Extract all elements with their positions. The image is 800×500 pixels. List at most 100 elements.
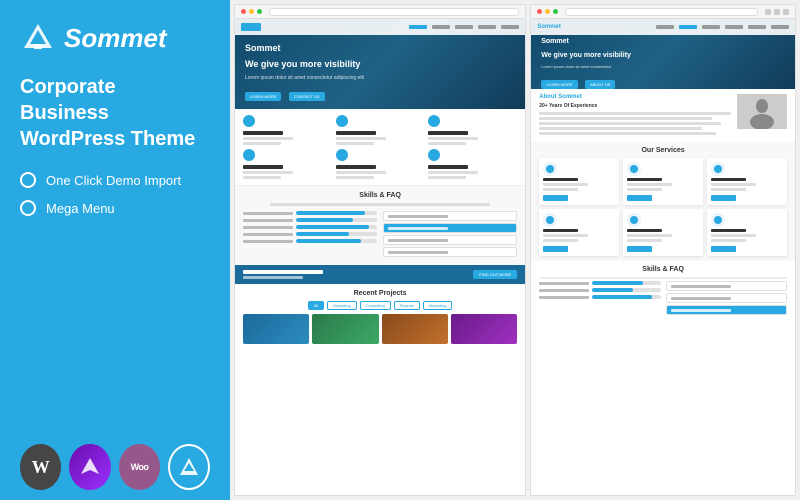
service-title-4 (243, 165, 283, 169)
skills-section: Skills & FAQ (235, 185, 525, 265)
dot-yellow-r (545, 9, 550, 14)
hero-subtitle: Lorem ipsum dolor sit amet consectetur a… (245, 75, 364, 81)
service-card-btn-4[interactable] (543, 246, 568, 252)
about-line4 (539, 127, 702, 130)
service-card-text-3a (711, 183, 756, 186)
service-card-btn-2[interactable] (627, 195, 652, 201)
faq-r1 (666, 281, 787, 291)
about-line3 (539, 122, 721, 125)
service-card-title-5 (627, 229, 662, 232)
skill-fill-5 (296, 239, 361, 243)
service-card-icon-6 (711, 213, 725, 227)
filter-marketing[interactable]: Marketing (327, 301, 357, 310)
service-card-inner-2 (630, 165, 638, 173)
service-card-3 (707, 158, 787, 205)
cta-banner: FIND OUT MORE (235, 265, 525, 284)
hero-btn1[interactable]: LEARN MORE (245, 92, 281, 101)
hero-content: Sommet We give you more visibility Lorem… (245, 43, 364, 102)
skill-4 (243, 232, 377, 236)
service-title-2 (336, 131, 376, 135)
dot-yellow (249, 9, 254, 14)
skill-2 (243, 218, 377, 222)
hero-headline-r2: We give you more visibility (541, 51, 631, 60)
projects-title: Recent Projects (243, 290, 517, 297)
feature-item-2: Mega Menu (20, 200, 210, 216)
hero-right: Sommet Sommet We give you more visibilit… (531, 19, 795, 89)
faq-2 (383, 223, 517, 233)
faq-r2 (666, 293, 787, 303)
feature-label-1: One Click Demo Import (46, 173, 181, 188)
skill-1 (243, 211, 377, 215)
project-3 (382, 314, 448, 344)
logo-area: Sommet (20, 20, 210, 56)
skill-r2 (539, 288, 660, 292)
about-line5 (539, 132, 715, 135)
service-card-text-5b (627, 239, 662, 242)
faq-text-4 (388, 251, 448, 254)
skill-fill-2 (296, 218, 353, 222)
dot-green-r (553, 9, 558, 14)
service-card-icon-5 (627, 213, 641, 227)
skill-r3 (539, 295, 660, 299)
hero-btn-r1[interactable]: LEARN MORE (541, 80, 577, 89)
about-section: About Sommet 20+ Years Of Experience (531, 89, 795, 142)
about-subtitle: 20+ Years Of Experience (539, 103, 731, 109)
hero-btn-r2[interactable]: ABOUT US (585, 80, 615, 89)
skill-label-4 (243, 233, 293, 236)
service-card-text-6a (711, 234, 756, 237)
skill-3 (243, 225, 377, 229)
project-2 (312, 314, 378, 344)
service-card-btn-6[interactable] (711, 246, 736, 252)
service-card-title-2 (627, 178, 662, 181)
cta-title-bar (243, 270, 323, 274)
nav-brand-r: Sommet (537, 24, 561, 30)
service-card-title-3 (711, 178, 746, 181)
service-card-btn-5[interactable] (627, 246, 652, 252)
filter-marketing2[interactable]: Marketing (423, 301, 453, 310)
service-card-inner-1 (546, 165, 554, 173)
service-card-title-6 (711, 229, 746, 232)
filter-consulting[interactable]: Consulting (360, 301, 391, 310)
service-card-btn-1[interactable] (543, 195, 568, 201)
badge-wordpress: W (20, 444, 61, 490)
service-2 (336, 115, 425, 145)
hero-btn2[interactable]: CONTACT US (289, 92, 325, 101)
about-img-svg (737, 94, 787, 129)
nav-link-2 (432, 25, 450, 29)
service-card-5 (623, 209, 703, 256)
hero-headline-r: Sommet (541, 37, 631, 46)
skill-label-5 (243, 240, 293, 243)
service-card-btn-3[interactable] (711, 195, 736, 201)
faq-r3 (666, 305, 787, 315)
url-bar-right (565, 8, 758, 16)
filter-all[interactable]: All (308, 301, 324, 310)
skill-label-2 (243, 219, 293, 222)
skills-content (243, 211, 517, 259)
about-line2 (539, 117, 712, 120)
cta-btn[interactable]: FIND OUT MORE (473, 270, 517, 279)
filter-finance[interactable]: Finance (394, 301, 420, 310)
service-desc-3b (428, 142, 466, 145)
url-bar-left (269, 8, 519, 16)
skill-label-r3 (539, 296, 589, 299)
skill-bar-4 (296, 232, 377, 236)
logo-icon (20, 20, 56, 56)
service-desc-1a (243, 137, 293, 140)
faq-section (383, 211, 517, 259)
faq-text-2 (388, 227, 448, 230)
feature-item-1: One Click Demo Import (20, 172, 210, 188)
skills-chart-r (539, 281, 660, 317)
nav-link-4 (478, 25, 496, 29)
service-desc-5b (336, 176, 374, 179)
service-card-4 (539, 209, 619, 256)
service-desc-1b (243, 142, 281, 145)
browser-bar-left (235, 5, 525, 19)
service-title-5 (336, 165, 376, 169)
service-desc-3a (428, 137, 478, 140)
skill-fill-4 (296, 232, 349, 236)
service-card-inner-3 (714, 165, 722, 173)
badge-avada (69, 444, 110, 490)
preview-right: Sommet Sommet We give you more visibilit… (530, 4, 796, 496)
service-card-icon-3 (711, 162, 725, 176)
skill-fill-3 (296, 225, 369, 229)
